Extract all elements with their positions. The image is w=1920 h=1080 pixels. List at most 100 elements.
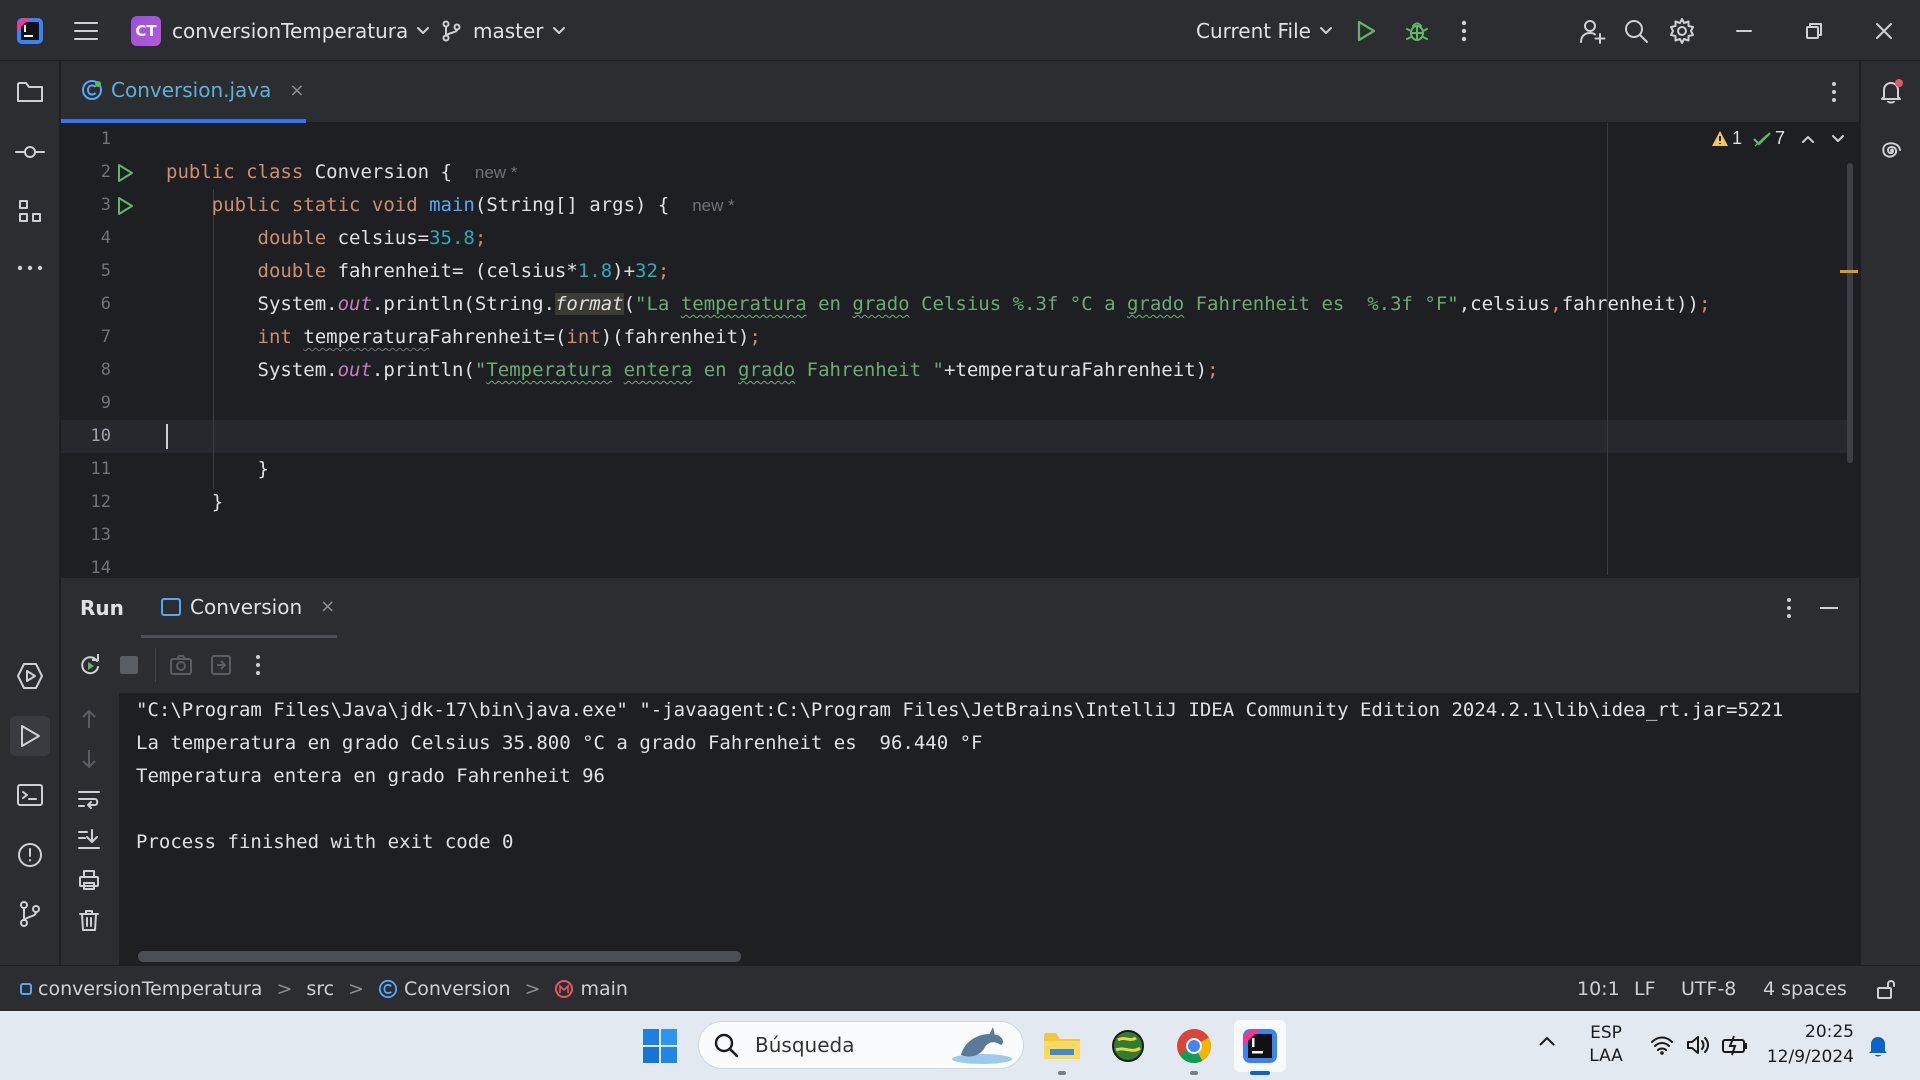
left-tool-strip [0,61,60,1011]
rerun-icon [81,654,99,675]
breadcrumb-project[interactable]: conversionTemperatura [38,978,262,1000]
code-line-8: System.out.println("Temperatura entera e… [166,359,1219,381]
breadcrumb-method[interactable]: main [580,978,627,1000]
taskbar-search[interactable]: Búsqueda [698,1021,1024,1069]
stop-button[interactable] [120,656,138,674]
ai-assistant-button[interactable] [1871,131,1911,171]
print-icon [79,870,99,890]
taskbar-app-globe[interactable] [1102,1020,1154,1072]
console-horizontal-scrollbar[interactable] [138,951,741,962]
console-output[interactable]: "C:\Program Files\Java\jdk-17\bin\java.e… [119,693,1859,965]
more-vertical-icon [1461,20,1467,41]
more-vertical-icon [1832,82,1836,102]
windows-logo-icon [643,1029,677,1063]
exit-button[interactable] [209,653,233,677]
problems-icon [18,843,42,867]
run-tab-close[interactable]: × [320,596,335,617]
breadcrumb-class[interactable]: Conversion [404,978,511,1000]
rerun-button[interactable] [78,653,102,677]
run-tool-button[interactable] [10,716,50,756]
readonly-toggle[interactable] [1875,966,1897,1011]
hide-panel-button[interactable] [1819,606,1839,610]
java-class-icon [378,979,398,998]
clock[interactable]: 20:25 12/9/2024 [1764,1020,1854,1070]
project-badge: CT [131,15,161,46]
line-number: 11 [90,459,111,479]
run-options-button[interactable] [1785,596,1793,620]
clear-all-button[interactable] [77,908,101,932]
run-main-gutter-icon[interactable] [116,196,134,216]
search-button[interactable] [1622,0,1650,61]
scroll-to-end-button[interactable] [77,828,101,850]
bell-icon [1869,1037,1887,1057]
breadcrumb-src[interactable]: src [306,978,334,1000]
print-button[interactable] [77,868,101,892]
run-config-selector[interactable]: Current File [1196,0,1333,61]
services-tool-button[interactable] [10,656,50,696]
folder-icon [17,82,43,102]
structure-tool-button[interactable] [10,191,50,231]
services-icon [17,663,43,689]
method-icon [555,979,574,998]
language-indicator[interactable]: ESP LAA [1586,1022,1626,1068]
add-user-button[interactable] [1579,0,1607,61]
tab-close-button[interactable]: × [289,80,304,101]
taskbar-intellij[interactable] [1234,1020,1286,1075]
indent-setting[interactable]: 4 spaces [1763,966,1847,1011]
close-button[interactable] [1874,0,1894,61]
settings-button[interactable] [1668,0,1696,61]
warning-marker[interactable] [1840,270,1858,273]
system-tray[interactable] [1649,1033,1749,1057]
editor-scrollbar[interactable] [1847,163,1853,463]
commit-icon [15,146,45,158]
line-separator[interactable]: LF [1634,966,1656,1011]
start-button[interactable] [634,1020,686,1072]
notification-center-button[interactable] [1866,1033,1890,1059]
notifications-button[interactable] [1871,72,1911,112]
caret-position[interactable]: 10:1 [1577,966,1620,1011]
project-selector[interactable]: CT conversionTemperatura [131,0,430,61]
soft-wrap-button[interactable] [77,788,101,810]
clock-date: 12/9/2024 [1766,1047,1854,1067]
intellij-logo-icon[interactable] [16,0,44,61]
line-number: 7 [100,327,111,347]
chevron-down-icon[interactable] [1831,134,1845,144]
problems-tool-button[interactable] [10,835,50,875]
run-more-button[interactable] [254,653,262,677]
project-tool-button[interactable] [10,72,50,112]
scroll-down-button[interactable] [79,748,99,770]
dump-threads-button[interactable] [169,653,193,677]
run-class-gutter-icon[interactable] [116,163,134,183]
more-actions-button[interactable] [1460,0,1468,61]
line-number: 9 [100,393,111,413]
code-editor[interactable]: 1 2 3 4 5 6 7 8 9 10 11 12 13 14 public class Convers… [61,123,1859,575]
inspection-widget[interactable]: 1 7 [1711,128,1845,149]
unlock-icon [1877,979,1895,999]
tray-overflow-button[interactable] [1537,1034,1557,1048]
breadcrumb: conversionTemperatura > src > Conversion… [20,966,628,1011]
tab-conversion-java[interactable]: Conversion.java × [61,61,306,123]
file-encoding[interactable]: UTF-8 [1681,966,1736,1011]
git-branch-icon [442,20,461,41]
git-tool-button[interactable] [10,894,50,934]
taskbar-chrome[interactable] [1168,1020,1220,1075]
run-tab-conversion[interactable]: Conversion × [141,578,337,639]
branch-selector[interactable]: master [441,0,566,61]
terminal-tool-button[interactable] [10,775,50,815]
main-menu-button[interactable] [72,0,100,61]
tab-options-button[interactable] [1830,80,1838,104]
trash-icon [79,910,99,931]
more-tools-button[interactable] [10,248,50,288]
status-bar: conversionTemperatura > src > Conversion… [0,965,1920,1011]
module-icon [20,982,32,995]
restore-button[interactable] [1804,0,1824,61]
minimize-button[interactable] [1734,0,1754,61]
commit-tool-button[interactable] [10,132,50,172]
chevron-up-icon[interactable] [1801,134,1815,144]
scroll-up-button[interactable] [79,708,99,730]
taskbar-file-explorer[interactable] [1036,1020,1088,1075]
chevron-down-icon [552,26,565,34]
debug-button[interactable] [1404,0,1430,61]
run-button[interactable] [1355,0,1377,61]
restore-icon [1806,22,1822,39]
